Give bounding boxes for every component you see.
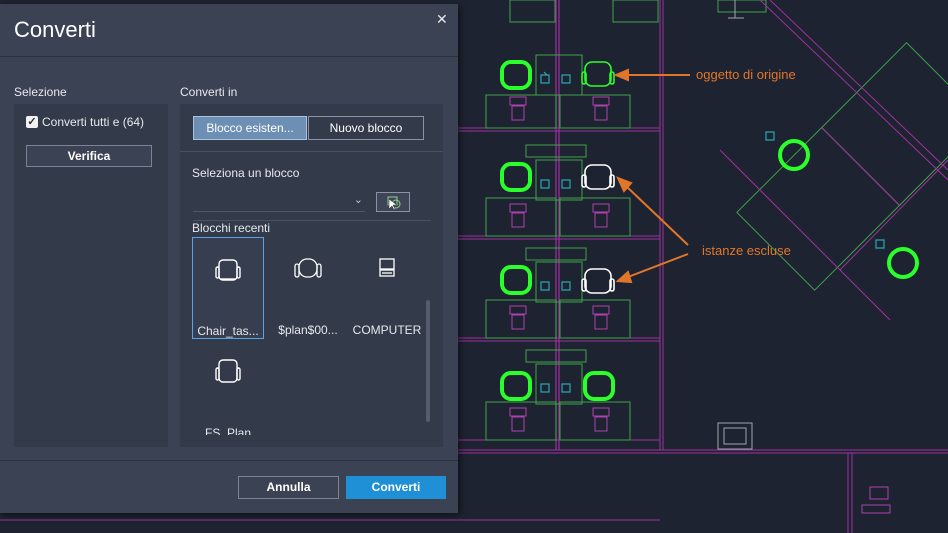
- convert-button[interactable]: Converti: [346, 476, 446, 499]
- recent-block-tile-chair-task[interactable]: Chair_tas...: [192, 237, 264, 339]
- recent-blocks-scrollbar[interactable]: [426, 300, 430, 422]
- verify-button[interactable]: Verifica: [26, 145, 152, 167]
- tab-new-block[interactable]: Nuovo blocco: [308, 116, 424, 140]
- recent-blocks-divider: [193, 220, 431, 221]
- recent-block-name: Chair_tas...: [197, 324, 259, 338]
- recent-blocks-label: Blocchi recenti: [192, 221, 271, 235]
- cancel-button[interactable]: Annulla: [238, 476, 339, 499]
- convert-all-checkbox-row[interactable]: ✓ Converti tutti e (64): [26, 115, 144, 129]
- dialog-footer-divider: [0, 460, 458, 461]
- recent-block-name: $plan$00...: [278, 323, 338, 337]
- selection-label: Selezione: [14, 85, 67, 99]
- dialog-header-divider: [0, 56, 458, 57]
- recent-block-name: COMPUTER: [352, 323, 422, 337]
- convert-to-divider: [180, 151, 443, 152]
- tab-existing-block[interactable]: Blocco esisten...: [193, 116, 307, 140]
- close-icon[interactable]: ✕: [436, 11, 448, 28]
- chevron-down-icon: ⌄: [353, 194, 363, 206]
- annotation-excluded-instances: istanze escluse: [702, 243, 791, 258]
- chair-fs-icon: [192, 356, 264, 396]
- dialog-title: Converti: [14, 17, 96, 42]
- convert-all-label: Converti tutti e (64): [42, 115, 145, 129]
- chair-plan-icon: [272, 255, 344, 295]
- select-block-label: Seleziona un blocco: [192, 166, 300, 180]
- recent-block-tile-plan[interactable]: $plan$00...: [272, 237, 344, 339]
- recent-block-name: FS_Plan: [204, 426, 252, 435]
- pick-block-button[interactable]: [376, 192, 410, 212]
- block-dropdown[interactable]: ⌄: [193, 191, 365, 212]
- convert-all-checkbox[interactable]: ✓: [26, 116, 38, 128]
- computer-icon: [351, 255, 423, 295]
- convert-to-label: Converti in: [180, 85, 238, 99]
- chair-task-icon: [193, 256, 263, 296]
- recent-block-tile-computer[interactable]: COMPUTER: [351, 237, 423, 339]
- recent-block-tile-fs-plan[interactable]: FS_Plan: [192, 340, 264, 435]
- pick-block-icon: [387, 196, 401, 211]
- annotation-source-object: oggetto di origine: [696, 67, 796, 82]
